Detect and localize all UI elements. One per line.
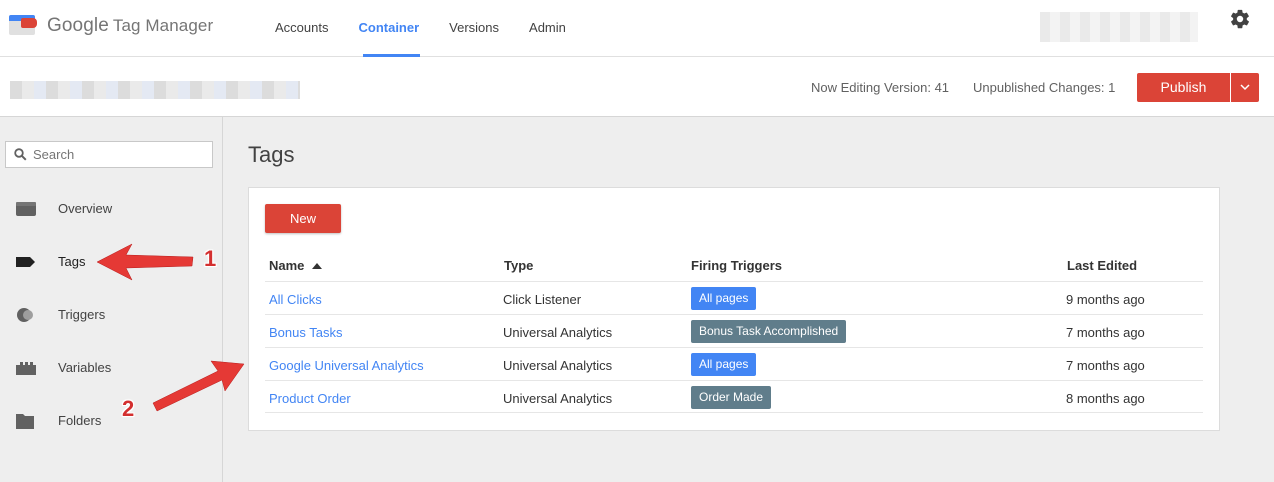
page-title: Tags (248, 142, 295, 167)
sort-ascending-icon (312, 263, 323, 269)
search-input[interactable] (33, 142, 209, 167)
sidebar: Overview Tags Triggers Variables Folders (0, 117, 223, 482)
nav-container[interactable]: Container (343, 0, 434, 57)
sidebar-item-label: Overview (58, 201, 113, 216)
tag-icon (16, 257, 35, 267)
tag-type: Universal Analytics (503, 358, 613, 373)
sidebar-item-label: Folders (58, 413, 102, 428)
tag-type: Universal Analytics (503, 391, 613, 406)
overview-icon (16, 202, 36, 216)
column-header-firing-triggers: Firing Triggers (691, 258, 783, 273)
sidebar-item-label: Variables (58, 360, 112, 375)
search-icon (14, 148, 27, 161)
trigger-chip[interactable]: Order Made (691, 386, 772, 409)
gtm-logo[interactable]: Google Tag Manager (9, 13, 213, 39)
main-nav: Accounts Container Versions Admin (260, 0, 581, 57)
sidebar-item-label: Triggers (58, 307, 106, 322)
chevron-down-icon (1240, 84, 1250, 90)
logo-text: Google Tag Manager (47, 15, 214, 36)
tag-name-link[interactable]: Google Universal Analytics (269, 358, 424, 373)
sidebar-item-label: Tags (58, 254, 86, 269)
publish-dropdown-button[interactable] (1231, 73, 1259, 102)
last-edited: 9 months ago (1066, 292, 1145, 307)
tag-type: Universal Analytics (503, 325, 613, 340)
tag-name-link[interactable]: Bonus Tasks (269, 325, 342, 340)
container-name-blurred (10, 81, 300, 99)
tag-name-link[interactable]: Product Order (269, 391, 351, 406)
trigger-icon (17, 308, 33, 322)
account-selector-blurred[interactable] (1040, 12, 1198, 42)
last-edited: 7 months ago (1066, 358, 1145, 373)
tags-table-card: New Name Type Firing Triggers Last Edite… (248, 187, 1220, 431)
table-row: Bonus Tasks Universal Analytics Bonus Ta… (265, 314, 1203, 347)
column-header-last-edited[interactable]: Last Edited (1067, 258, 1137, 273)
sidebar-item-folders[interactable]: Folders (0, 401, 222, 441)
sidebar-item-variables[interactable]: Variables (0, 348, 222, 388)
search-box[interactable] (5, 141, 213, 168)
table-row: Product Order Universal Analytics Order … (265, 380, 1203, 413)
new-tag-button[interactable]: New (265, 204, 341, 233)
folder-icon (16, 414, 34, 429)
last-edited: 7 months ago (1066, 325, 1145, 340)
trigger-chip[interactable]: Bonus Task Accomplished (691, 320, 847, 343)
nav-accounts[interactable]: Accounts (260, 0, 343, 57)
annotation-label-1: 1 (204, 246, 217, 271)
annotation-label-2: 2 (122, 396, 135, 421)
nav-admin[interactable]: Admin (514, 0, 581, 57)
editing-version-text: Now Editing Version: 41 (811, 80, 950, 95)
publish-button[interactable]: Publish (1137, 73, 1230, 102)
last-edited: 8 months ago (1066, 391, 1145, 406)
sidebar-item-tags[interactable]: Tags (0, 242, 222, 282)
trigger-chip[interactable]: All pages (691, 353, 757, 376)
top-app-bar: Google Tag Manager Accounts Container Ver… (0, 0, 1274, 57)
trigger-chip[interactable]: All pages (691, 287, 757, 310)
tag-name-link[interactable]: All Clicks (269, 292, 322, 307)
gtm-logo-icon (9, 13, 39, 39)
table-row: All Clicks Click Listener All pages 9 mo… (265, 281, 1203, 314)
tag-type: Click Listener (503, 292, 582, 307)
sidebar-item-overview[interactable]: Overview (0, 189, 222, 229)
column-header-name[interactable]: Name (269, 258, 323, 273)
variable-icon (16, 362, 36, 375)
column-header-type[interactable]: Type (504, 258, 533, 273)
gear-icon[interactable] (1228, 8, 1252, 32)
container-bar: Now Editing Version: 41 Unpublished Chan… (0, 57, 1274, 117)
sidebar-item-triggers[interactable]: Triggers (0, 295, 222, 335)
nav-versions[interactable]: Versions (434, 0, 514, 57)
table-row: Google Universal Analytics Universal Ana… (265, 347, 1203, 380)
unpublished-changes-text[interactable]: Unpublished Changes: 1 (973, 80, 1115, 95)
